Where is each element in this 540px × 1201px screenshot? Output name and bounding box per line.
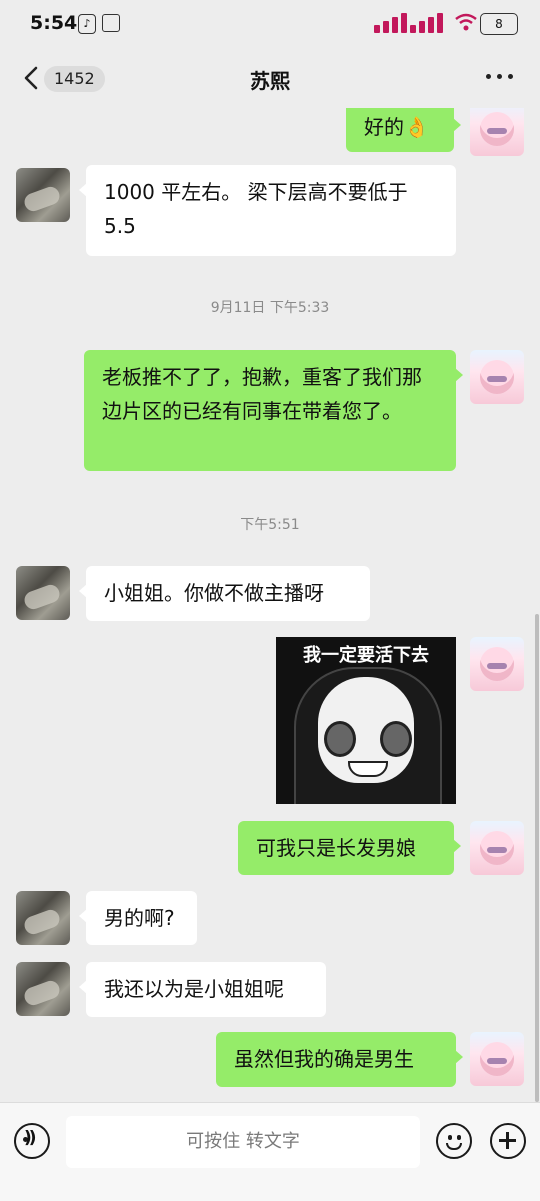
- sticker-eye-left: [324, 721, 356, 757]
- message-bubble[interactable]: 我还以为是小姐姐呢: [79, 962, 326, 1017]
- message-text: 1000 平左右。 梁下层高不要低于 5.5: [104, 180, 408, 238]
- message-text: 我还以为是小姐姐呢: [104, 977, 284, 1001]
- message-text: 可我只是长发男娘: [256, 836, 416, 860]
- contact-avatar[interactable]: [16, 962, 70, 1016]
- my-avatar[interactable]: [470, 350, 524, 404]
- message-bubble[interactable]: 小姐姐。你做不做主播呀: [79, 566, 370, 621]
- message-bubble[interactable]: 好的👌: [346, 108, 461, 152]
- message-text: 小姐姐。你做不做主播呀: [104, 581, 324, 605]
- more-options-icon[interactable]: [486, 74, 514, 82]
- message-list[interactable]: 好的👌 1000 平左右。 梁下层高不要低于 5.5 9月11日 下午5:33 …: [0, 108, 540, 1102]
- gallery-icon: [102, 14, 120, 32]
- scrollbar[interactable]: [535, 614, 539, 1102]
- my-avatar[interactable]: [470, 637, 524, 691]
- emoji-eye: [457, 1135, 461, 1140]
- more-actions-button[interactable]: [490, 1123, 526, 1159]
- contact-avatar[interactable]: [16, 168, 70, 222]
- emoji-mouth: [446, 1143, 462, 1150]
- message-timestamp: 9月11日 下午5:33: [210, 300, 330, 316]
- message-bubble[interactable]: 男的啊?: [79, 891, 197, 945]
- message-text: 男的啊?: [104, 906, 175, 930]
- status-time: 5:54: [30, 12, 78, 34]
- chat-title: 苏熙: [250, 69, 290, 93]
- contact-avatar[interactable]: [16, 891, 70, 945]
- message-bubble[interactable]: 老板推不了了，抱歉，重客了我们那边片区的已经有同事在带着您了。: [84, 350, 463, 471]
- emoji-eye: [448, 1135, 452, 1140]
- input-bar: 可按住 转文字: [0, 1102, 540, 1201]
- message-bubble[interactable]: 虽然但我的确是男生: [216, 1032, 463, 1087]
- plus-icon-v: [506, 1132, 509, 1149]
- battery-icon: 8: [480, 13, 518, 35]
- my-avatar[interactable]: [470, 108, 524, 156]
- sticker-image[interactable]: 我一定要活下去: [276, 637, 456, 804]
- wifi-icon: [455, 13, 477, 31]
- my-avatar[interactable]: [470, 821, 524, 875]
- message-bubble[interactable]: 可我只是长发男娘: [238, 821, 461, 875]
- message-timestamp: 下午5:51: [240, 517, 300, 533]
- message-bubble[interactable]: 1000 平左右。 梁下层高不要低于 5.5: [79, 165, 456, 256]
- tiktok-icon: ♪: [78, 14, 96, 34]
- message-text: 虽然但我的确是男生: [234, 1047, 414, 1071]
- message-text: 老板推不了了，抱歉，重客了我们那边片区的已经有同事在带着您了。: [102, 365, 422, 423]
- status-bar: 5:54 ♪ 8: [0, 0, 540, 50]
- my-avatar[interactable]: [470, 1032, 524, 1086]
- contact-avatar[interactable]: [16, 566, 70, 620]
- sticker-eye-right: [380, 721, 412, 757]
- emoji-button[interactable]: [436, 1123, 472, 1159]
- chat-header: 1452 苏熙: [0, 50, 540, 108]
- voice-toggle-button[interactable]: [14, 1123, 50, 1159]
- hold-to-talk-button[interactable]: 可按住 转文字: [66, 1116, 420, 1168]
- message-text: 好的👌: [364, 115, 429, 139]
- sticker-caption: 我一定要活下去: [303, 645, 429, 666]
- signal-icon: [374, 13, 454, 33]
